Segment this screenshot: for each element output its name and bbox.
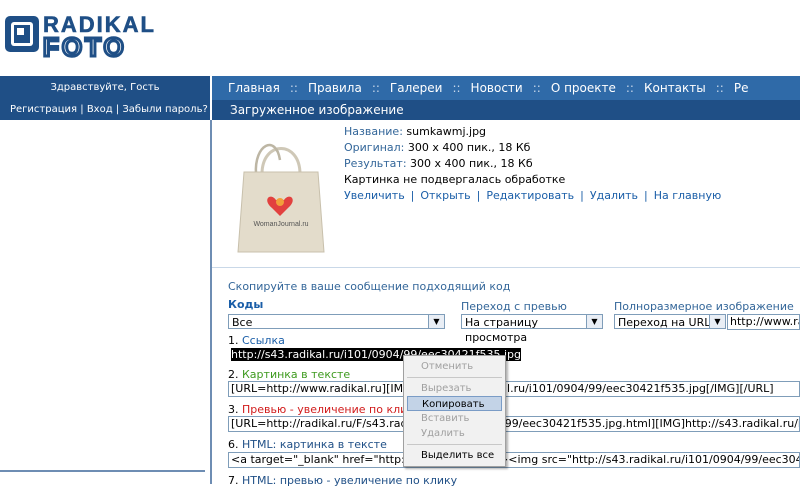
edit-link[interactable]: Редактировать — [486, 189, 574, 202]
original-value: 300 x 400 пик., 18 Кб — [407, 141, 531, 154]
preview-label: Переход с превью — [461, 300, 567, 313]
codes-label: Коды — [228, 298, 264, 311]
nav-more[interactable]: Ре — [734, 76, 749, 100]
name-label: Название: — [344, 125, 403, 138]
nav-home[interactable]: Главная — [212, 76, 280, 100]
code-item-title: 7. HTML: превью - увеличение по клику — [228, 474, 458, 487]
radikal-foto-logo[interactable]: RADIKAL FOTO — [3, 10, 210, 60]
preview-select-value: На страницу просмотра — [465, 316, 539, 344]
menu-undo: Отменить — [421, 361, 474, 372]
menu-separator — [407, 444, 502, 445]
register-link[interactable]: Регистрация — [10, 104, 77, 115]
delete-link[interactable]: Удалить — [590, 189, 638, 202]
codes-select-value: Все — [232, 316, 253, 329]
menu-select-all[interactable]: Выделить все — [407, 448, 502, 463]
image-actions: Увеличить | Открыть | Редактировать | Удалить |… — [344, 189, 722, 202]
processing-status: Картинка не подвергалась обработке — [344, 173, 566, 186]
code-item-title: 1. Ссылка — [228, 334, 285, 347]
thumbnail-watermark: WomanJournal.ru — [253, 221, 308, 228]
menu-delete: Удалить — [421, 428, 465, 439]
result-value: 300 x 400 пик., 18 Кб — [410, 157, 533, 170]
uploaded-image-thumbnail[interactable]: WomanJournal.ru — [232, 130, 330, 256]
menu-copy[interactable]: Копировать — [407, 396, 502, 411]
greeting: Здравствуйте, Гость — [0, 76, 210, 100]
name-value: sumkawmj.jpg — [406, 125, 487, 138]
menu-cut: Вырезать — [421, 383, 472, 394]
section-divider — [212, 267, 800, 268]
fullsize-label: Полноразмерное изображение — [614, 300, 794, 313]
result-label: Результат: — [344, 157, 407, 170]
menu-paste: Вставить — [421, 413, 470, 424]
nav-news[interactable]: Новости — [471, 76, 523, 100]
login-link[interactable]: Вход — [87, 104, 113, 115]
chevron-down-icon[interactable]: ▼ — [428, 315, 444, 328]
code-bbcode-preview-field[interactable]: [URL=http://radikal.ru/F/s43.radikal.ru/… — [228, 416, 800, 432]
left-column-divider — [210, 120, 212, 484]
code-link-field[interactable]: http://s43.radikal.ru/i101/0904/99/eec30… — [228, 347, 800, 363]
forgot-password-link[interactable]: Забыли пароль? — [122, 104, 207, 115]
nav-galleries[interactable]: Галереи — [390, 76, 443, 100]
menu-separator — [407, 377, 502, 378]
fullsize-select[interactable]: Переход на URL ▼ — [614, 314, 726, 329]
chevron-down-icon[interactable]: ▼ — [709, 315, 725, 328]
codes-select[interactable]: Все ▼ — [228, 314, 445, 329]
auth-links: Регистрация | Вход | Забыли пароль? — [0, 100, 210, 120]
page-title: Загруженное изображение — [212, 100, 800, 120]
image-info: Название: sumkawmj.jpg Оригинал: 300 x 4… — [344, 124, 721, 204]
code-item-title: 3. Превью - увеличение по клику — [228, 403, 421, 416]
open-link[interactable]: Открыть — [420, 189, 470, 202]
logo-line2: FOTO — [43, 32, 127, 60]
chevron-down-icon[interactable]: ▼ — [586, 315, 602, 328]
original-label: Оригинал: — [344, 141, 405, 154]
enlarge-link[interactable]: Увеличить — [344, 189, 405, 202]
code-bbcode-image-field[interactable]: [URL=http://www.radikal.ru][IMG]http://s… — [228, 381, 800, 397]
context-menu: Отменить Вырезать Копировать Вставить Уд… — [403, 355, 506, 467]
nav-about[interactable]: О проекте — [551, 76, 616, 100]
home-link[interactable]: На главную — [654, 189, 722, 202]
code-item-title: 6. HTML: картинка в тексте — [228, 438, 387, 451]
code-item-title: 2. Картинка в тексте — [228, 368, 351, 381]
copy-hint: Скопируйте в ваше сообщение подходящий к… — [228, 280, 511, 293]
fullsize-select-value: Переход на URL — [618, 316, 711, 329]
code-html-image-field[interactable]: <a target="_blank" href="http://www.radi… — [228, 452, 800, 468]
nav-contacts[interactable]: Контакты — [644, 76, 706, 100]
fullsize-url-input[interactable]: http://www.rad — [727, 314, 800, 330]
preview-select[interactable]: На страницу просмотра ▼ — [461, 314, 603, 344]
nav-rules[interactable]: Правила — [308, 76, 362, 100]
main-navigation: Главная:: Правила:: Галереи:: Новости:: О пр… — [212, 76, 800, 100]
